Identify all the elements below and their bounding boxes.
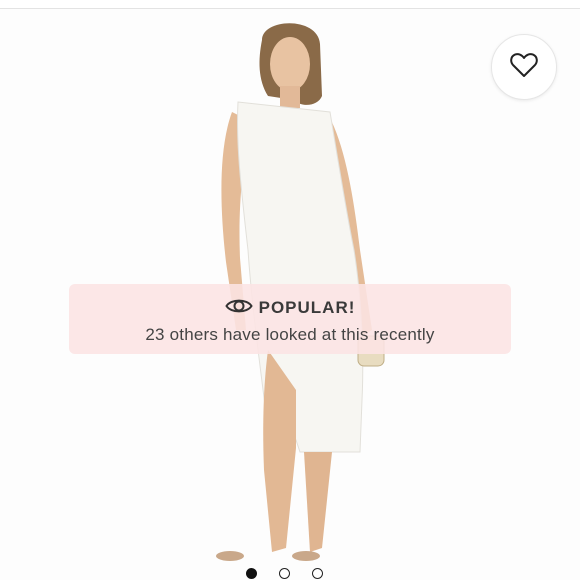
carousel-dot-1[interactable]: [246, 567, 257, 579]
favorite-button[interactable]: [491, 34, 557, 100]
eye-icon: [224, 297, 253, 320]
top-divider: [0, 0, 580, 9]
banner-header: POPULAR!: [69, 295, 511, 321]
heart-icon: [510, 52, 538, 83]
popular-banner: POPULAR! 23 others have looked at this r…: [69, 284, 511, 354]
carousel-dot-3[interactable]: [312, 567, 323, 579]
carousel-dot-2[interactable]: [279, 567, 290, 579]
carousel-indicators: [246, 566, 336, 580]
banner-title: POPULAR!: [258, 298, 356, 317]
banner-subtitle: 23 others have looked at this recently: [145, 325, 435, 344]
